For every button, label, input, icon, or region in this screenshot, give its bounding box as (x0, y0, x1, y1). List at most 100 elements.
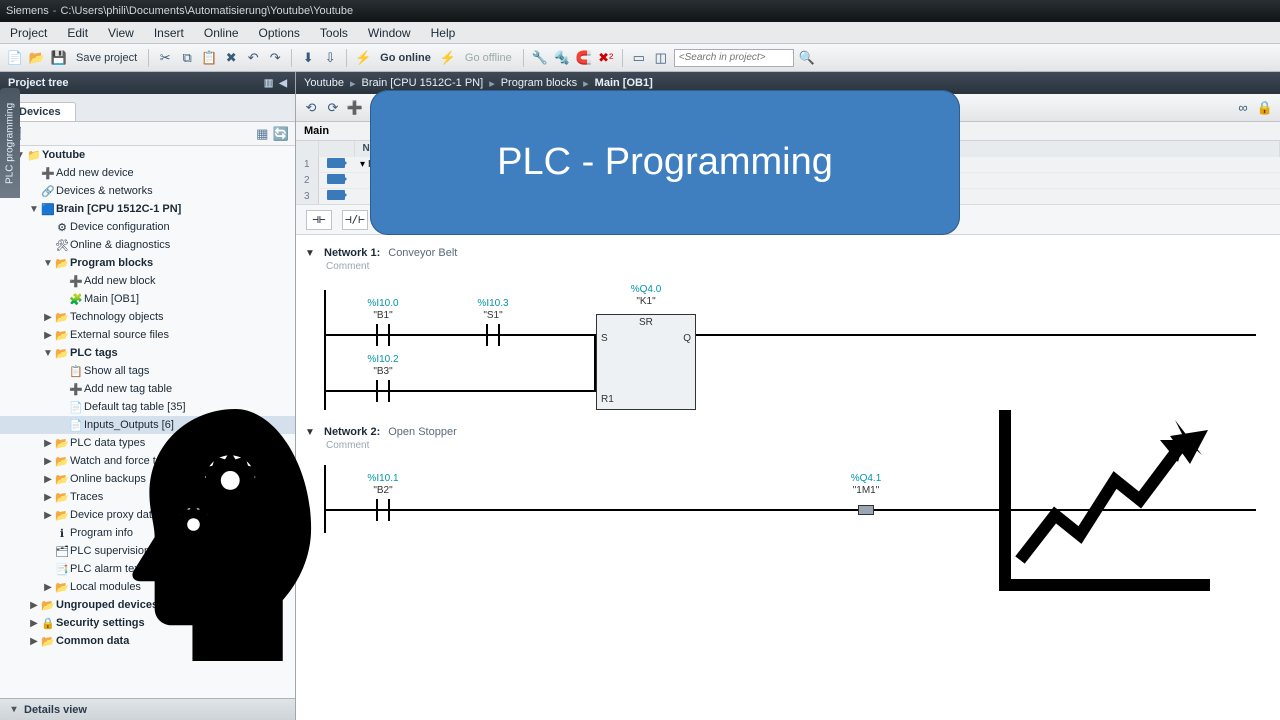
head-gears-icon (120, 395, 330, 675)
save-label[interactable]: Save project (72, 52, 141, 64)
side-tab-plc-programming[interactable]: PLC programming (0, 88, 20, 198)
ed-tool3-icon[interactable]: ➕ (346, 99, 364, 117)
contact-b1[interactable] (374, 324, 392, 346)
go-offline-label: Go offline (461, 52, 516, 64)
project-path: C:\Users\phili\Documents\Automatisierung… (60, 5, 353, 17)
bc-1[interactable]: Brain [CPU 1512C-1 PN] (362, 77, 484, 89)
details-view-header[interactable]: ▾ Details view (0, 698, 295, 720)
go-online-icon[interactable]: ⚡ (354, 49, 372, 67)
lad-no-contact-icon[interactable]: ⊣⊢ (306, 210, 332, 230)
lad-nc-contact-icon[interactable]: ⊣/⊢ (342, 210, 368, 230)
divider (291, 49, 292, 67)
tree-item[interactable]: ⚙Device configuration (0, 218, 295, 236)
tree-item[interactable]: ▼📂PLC tags (0, 344, 295, 362)
growth-chart-icon (990, 400, 1220, 600)
tree-tool2-icon[interactable]: ▦ (256, 126, 268, 141)
save-icon[interactable]: 💾 (50, 49, 68, 67)
details-view-label: Details view (24, 704, 87, 716)
compile-icon[interactable]: ⬇ (299, 49, 317, 67)
contact-b3[interactable] (374, 380, 392, 402)
undo-icon[interactable]: ↶ (244, 49, 262, 67)
tag-k1: %Q4.0 (616, 284, 676, 295)
menu-tools[interactable]: Tools (310, 23, 358, 43)
bc-2[interactable]: Program blocks (501, 77, 577, 89)
tree-item[interactable]: ▼🟦Brain [CPU 1512C-1 PN] (0, 200, 295, 218)
menu-options[interactable]: Options (249, 23, 310, 43)
menu-insert[interactable]: Insert (144, 23, 194, 43)
network1-comment[interactable]: Comment (326, 261, 1280, 272)
ed-tool2-icon[interactable]: ⟳ (324, 99, 342, 117)
divider (346, 49, 347, 67)
divider (523, 49, 524, 67)
tool4-icon[interactable]: ✖² (597, 49, 615, 67)
network1-title: Conveyor Belt (388, 247, 457, 259)
sr-r: R1 (601, 394, 614, 405)
redo-icon[interactable]: ↷ (266, 49, 284, 67)
paste-icon[interactable]: 📋 (200, 49, 218, 67)
project-tree-header: Project tree ▥ ◀ (0, 72, 295, 94)
tree-item[interactable]: ▼📂Program blocks (0, 254, 295, 272)
menu-view[interactable]: View (98, 23, 144, 43)
menu-online[interactable]: Online (194, 23, 249, 43)
io-chip-icon (327, 174, 345, 184)
collapse-left-icon[interactable]: ◀ (279, 78, 287, 89)
divider (148, 49, 149, 67)
network2-label: Network 2: (324, 426, 380, 438)
sr-q: Q (683, 333, 691, 344)
contact-s1[interactable] (484, 324, 502, 346)
sr-flipflop[interactable]: SR S Q R1 (596, 314, 696, 410)
tree-tool3-icon[interactable]: 🔄 (273, 126, 289, 141)
pin-icon[interactable]: ▥ (264, 78, 273, 89)
ed-tool1-icon[interactable]: ⟲ (302, 99, 320, 117)
name-b1: "B1" (353, 310, 413, 321)
open-icon[interactable]: 📂 (28, 49, 46, 67)
new-icon[interactable]: 📄 (6, 49, 24, 67)
name-k1: "K1" (616, 296, 676, 307)
tree-toolbar: 🗂 ▦ 🔄 (0, 122, 295, 146)
menu-help[interactable]: Help (421, 23, 466, 43)
tag-b3: %I10.2 (353, 354, 413, 365)
tree-item[interactable]: ➕Add new block (0, 272, 295, 290)
tree-item[interactable]: ▶📂Technology objects (0, 308, 295, 326)
contact-b2[interactable] (374, 499, 392, 521)
bc-0[interactable]: Youtube (304, 77, 344, 89)
name-1m1: "1M1" (836, 485, 896, 496)
tool1-icon[interactable]: 🔧 (531, 49, 549, 67)
split-v-icon[interactable]: ◫ (652, 49, 670, 67)
split-h-icon[interactable]: ▭ (630, 49, 648, 67)
tree-item[interactable]: 🔗Devices & networks (0, 182, 295, 200)
tag-1m1: %Q4.1 (836, 473, 896, 484)
name-b3: "B3" (353, 366, 413, 377)
tag-s1: %I10.3 (463, 298, 523, 309)
cut-icon[interactable]: ✂ (156, 49, 174, 67)
tool3-icon[interactable]: 🧲 (575, 49, 593, 67)
io-chip-icon (327, 158, 345, 168)
search-go-icon[interactable]: 🔍 (798, 49, 816, 67)
search-input[interactable] (674, 49, 794, 67)
bc-3[interactable]: Main [OB1] (595, 77, 653, 89)
menu-project[interactable]: Project (0, 23, 57, 43)
ed-toolR2-icon[interactable]: 🔒 (1256, 99, 1274, 117)
io-chip-icon (327, 190, 345, 200)
menu-window[interactable]: Window (358, 23, 421, 43)
delete-icon[interactable]: ✖ (222, 49, 240, 67)
tool2-icon[interactable]: 🔩 (553, 49, 571, 67)
tree-item[interactable]: 📋Show all tags (0, 362, 295, 380)
go-offline-icon[interactable]: ⚡ (439, 49, 457, 67)
tree-item[interactable]: 🛠Online & diagnostics (0, 236, 295, 254)
download-icon[interactable]: ⇩ (321, 49, 339, 67)
menu-edit[interactable]: Edit (57, 23, 98, 43)
copy-icon[interactable]: ⧉ (178, 49, 196, 67)
tree-item[interactable]: 🧩Main [OB1] (0, 290, 295, 308)
tree-item[interactable]: ▶📂External source files (0, 326, 295, 344)
banner-text: PLC - Programming (497, 141, 833, 184)
tree-item[interactable]: ▼📁Youtube (0, 146, 295, 164)
sr-s: S (601, 333, 608, 344)
tree-item[interactable]: ➕Add new device (0, 164, 295, 182)
coil-1m1[interactable] (846, 503, 886, 517)
network1-header[interactable]: ▼ Network 1: Conveyor Belt (304, 247, 1280, 259)
network1-rung[interactable]: %I10.0 "B1" %I10.3 "S1" %I10.2 "B3" SR S… (324, 280, 1280, 420)
chevron-down-icon: ▼ (304, 248, 316, 259)
go-online-label[interactable]: Go online (376, 52, 435, 64)
ed-toolR1-icon[interactable]: ∞ (1234, 99, 1252, 117)
